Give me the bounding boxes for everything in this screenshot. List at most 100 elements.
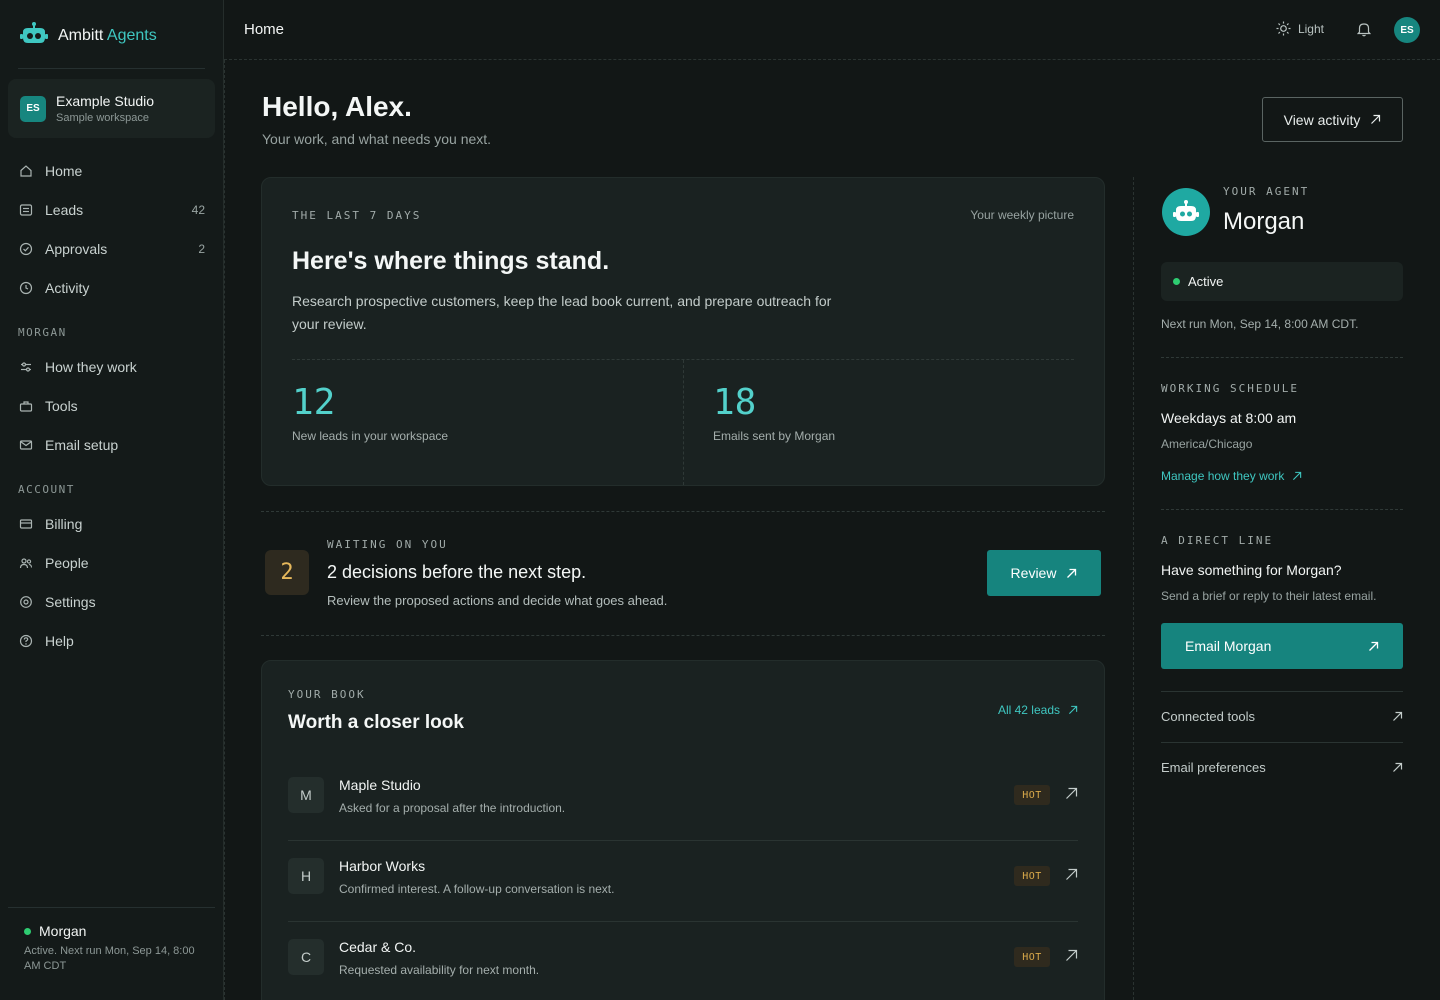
sidebar-item-billing[interactable]: Billing xyxy=(8,509,215,539)
divider xyxy=(1161,509,1403,510)
sidebar-item-settings[interactable]: Settings xyxy=(8,587,215,617)
brand-name: Ambitt Agents xyxy=(58,27,157,44)
sidebar: Ambitt Agents ES Example Studio Sample w… xyxy=(0,0,224,1000)
toolbox-icon xyxy=(19,401,33,412)
arrow-up-right-icon[interactable] xyxy=(1065,868,1078,881)
arrow-up-right-icon xyxy=(1293,471,1302,481)
sidebar-item-label: Home xyxy=(45,163,83,179)
agent-status-name[interactable]: Morgan xyxy=(24,923,86,939)
help-icon xyxy=(19,634,33,648)
sidebar-item-help[interactable]: Help xyxy=(8,626,215,656)
stat-new-leads-value: 12 xyxy=(292,382,336,423)
schedule-eyebrow: WORKING SCHEDULE xyxy=(1161,382,1299,395)
sidebar-item-email-setup[interactable]: Email setup xyxy=(8,430,215,460)
stat-emails-sent-value: 18 xyxy=(713,382,757,423)
sidebar-item-how-they-work[interactable]: How they work xyxy=(8,352,215,382)
lead-row[interactable]: M Maple Studio Asked for a proposal afte… xyxy=(288,761,1078,841)
nav-section-morgan: MORGAN xyxy=(18,326,67,339)
arrow-up-right-icon xyxy=(1393,711,1403,721)
direct-line-eyebrow: A DIRECT LINE xyxy=(1161,534,1274,547)
status-dot-icon xyxy=(1173,278,1180,285)
review-button[interactable]: Review xyxy=(987,550,1101,596)
book-title: Worth a closer look xyxy=(288,712,464,733)
list-icon xyxy=(19,204,33,216)
manage-how-they-work-link[interactable]: Manage how they work xyxy=(1161,469,1302,483)
stat-emails-sent-label: Emails sent by Morgan xyxy=(713,429,836,443)
lead-name: Maple Studio xyxy=(339,777,421,793)
all-leads-link[interactable]: All 42 leads xyxy=(998,703,1078,717)
sidebar-item-home[interactable]: Home xyxy=(8,156,215,186)
mail-icon xyxy=(19,440,33,450)
workspace-subtitle: Sample workspace xyxy=(56,112,149,124)
lead-name: Cedar & Co. xyxy=(339,939,417,955)
schedule-timezone: America/Chicago xyxy=(1161,437,1253,451)
status-dot-icon xyxy=(24,927,31,935)
view-activity-button[interactable]: View activity xyxy=(1262,97,1403,142)
sidebar-item-activity[interactable]: Activity xyxy=(8,273,215,303)
hot-badge: HOT xyxy=(1014,785,1050,805)
agent-next-run: Next run Mon, Sep 14, 8:00 AM CDT. xyxy=(1161,317,1359,331)
hot-badge: HOT xyxy=(1014,947,1050,967)
clock-icon xyxy=(19,281,33,295)
brand-logo[interactable]: Ambitt Agents xyxy=(20,21,157,50)
arrow-up-right-icon xyxy=(1393,762,1403,772)
connected-tools-link[interactable]: Connected tools xyxy=(1161,709,1403,724)
arrow-up-right-icon[interactable] xyxy=(1065,787,1078,800)
sidebar-item-people[interactable]: People xyxy=(8,548,215,578)
theme-toggle[interactable]: Light xyxy=(1276,21,1324,36)
divider xyxy=(1161,691,1403,692)
lead-row[interactable]: C Cedar & Co. Requested availability for… xyxy=(288,923,1078,1000)
summary-description: Research prospective customers, keep the… xyxy=(292,293,832,332)
lead-row[interactable]: H Harbor Works Confirmed interest. A fol… xyxy=(288,842,1078,922)
book-eyebrow: YOUR BOOK xyxy=(288,688,366,701)
sidebar-item-label: Email setup xyxy=(45,437,119,453)
home-icon xyxy=(20,165,32,177)
lead-description: Requested availability for next month. xyxy=(339,963,540,977)
agent-name: Morgan xyxy=(1223,208,1305,235)
check-circle-icon xyxy=(19,242,33,256)
sidebar-item-approvals[interactable]: Approvals 2 xyxy=(8,234,215,264)
arrow-up-right-icon[interactable] xyxy=(1065,949,1078,962)
direct-line-title: Have something for Morgan? xyxy=(1161,562,1342,578)
agent-status-text: Active. Next run Mon, Sep 14, 8:00 AM CD… xyxy=(24,945,195,972)
divider xyxy=(683,360,684,485)
theme-label: Light xyxy=(1297,21,1324,36)
summary-eyebrow: THE LAST 7 DAYS xyxy=(292,209,422,222)
divider xyxy=(224,60,225,1000)
workspace-switcher[interactable]: ES Example Studio Sample workspace xyxy=(8,79,215,138)
approvals-count: 2 xyxy=(198,242,205,256)
sidebar-item-tools[interactable]: Tools xyxy=(8,391,215,421)
users-icon xyxy=(19,558,33,569)
sidebar-item-label: Billing xyxy=(45,516,83,532)
bell-icon xyxy=(1356,23,1372,37)
notifications-button[interactable] xyxy=(1356,21,1372,42)
waiting-title: 2 decisions before the next step. xyxy=(327,562,587,582)
stat-new-leads-label: New leads in your workspace xyxy=(292,429,449,443)
email-agent-button[interactable]: Email Morgan xyxy=(1161,623,1403,669)
agent-avatar xyxy=(1162,188,1210,236)
divider xyxy=(1161,357,1403,358)
sidebar-item-label: Activity xyxy=(45,280,90,296)
sliders-icon xyxy=(21,362,31,372)
divider xyxy=(1161,742,1403,743)
divider xyxy=(261,511,1105,512)
email-preferences-link[interactable]: Email preferences xyxy=(1161,760,1403,775)
sidebar-item-leads[interactable]: Leads 42 xyxy=(8,195,215,225)
arrow-up-right-icon xyxy=(1369,641,1379,651)
sidebar-item-label: Settings xyxy=(45,594,96,610)
lead-description: Confirmed interest. A follow-up conversa… xyxy=(339,882,615,896)
pending-count-badge: 2 xyxy=(265,550,309,595)
direct-line-subtitle: Send a brief or reply to their latest em… xyxy=(1161,589,1377,603)
lead-avatar: C xyxy=(288,939,324,975)
arrow-up-right-icon xyxy=(1068,705,1078,715)
schedule-value: Weekdays at 8:00 am xyxy=(1161,410,1297,426)
sidebar-item-label: Tools xyxy=(45,398,78,414)
agent-eyebrow: YOUR AGENT xyxy=(1223,185,1310,198)
lead-book-card: YOUR BOOK Worth a closer look All 42 lea… xyxy=(261,660,1105,1000)
robot-icon xyxy=(1173,200,1199,221)
arrow-up-right-icon xyxy=(1371,114,1381,124)
page-breadcrumb: Home xyxy=(244,21,285,38)
user-avatar[interactable]: ES xyxy=(1394,17,1420,43)
sidebar-item-label: Help xyxy=(45,633,74,649)
lead-name: Harbor Works xyxy=(339,858,426,874)
